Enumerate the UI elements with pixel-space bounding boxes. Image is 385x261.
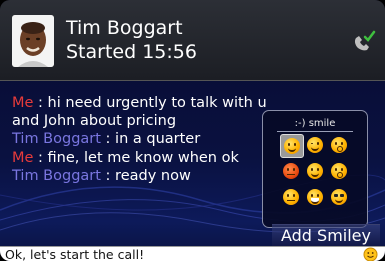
message-input-bar bbox=[0, 246, 385, 261]
message-separator: : bbox=[33, 95, 48, 111]
smiley-option-grin[interactable] bbox=[304, 186, 326, 208]
message-input[interactable] bbox=[5, 247, 355, 261]
smiley-option-smile[interactable] bbox=[280, 134, 304, 158]
message-row: and John about pricing bbox=[12, 112, 272, 130]
angry-icon bbox=[283, 163, 299, 179]
message-separator: : bbox=[100, 131, 116, 148]
chat-header: Tim Boggart Started 15:56 bbox=[0, 0, 385, 81]
message-row: Me : fine, let me know when ok bbox=[12, 149, 272, 167]
chat-status: Started 15:56 bbox=[66, 41, 197, 63]
smiley-picker: :-) smile bbox=[262, 110, 368, 228]
contact-name: Tim Boggart bbox=[66, 17, 183, 39]
message-row: Tim Boggart : ready now bbox=[12, 167, 272, 185]
message-text: in a quarter bbox=[115, 131, 201, 148]
smiley-picker-title: :-) smile bbox=[294, 118, 336, 129]
smiley-option-wink[interactable] bbox=[304, 134, 326, 156]
message-sender: Tim Boggart bbox=[12, 131, 101, 148]
smiley-icon[interactable] bbox=[363, 247, 378, 261]
message-text: hi need urgently to talk with u bbox=[47, 95, 267, 111]
message-text: fine, let me know when ok bbox=[47, 149, 239, 166]
smile-icon bbox=[284, 138, 300, 154]
message-sender: Tim Boggart bbox=[12, 167, 101, 184]
message-row: Me : hi need urgently to talk with u bbox=[12, 94, 272, 112]
smiley-option-angry[interactable] bbox=[280, 160, 302, 182]
surprised-icon bbox=[331, 137, 347, 153]
smiley-option-cool[interactable] bbox=[328, 186, 350, 208]
tongue-icon bbox=[283, 189, 299, 205]
message-text: and John about pricing bbox=[12, 113, 177, 130]
smiley-option-shocked[interactable] bbox=[328, 160, 350, 182]
smiley-option-tongue[interactable] bbox=[280, 186, 302, 208]
smiley-option-surprised[interactable] bbox=[328, 134, 350, 156]
wink-icon bbox=[307, 137, 323, 153]
chat-screen: Tim Boggart Started 15:56 Me : hi need u… bbox=[0, 0, 385, 261]
message-separator: : bbox=[100, 167, 116, 184]
smiley-option-happy[interactable] bbox=[304, 160, 326, 182]
smiley-picker-divider bbox=[277, 131, 353, 132]
contact-avatar[interactable] bbox=[12, 15, 54, 67]
contact-photo bbox=[12, 15, 54, 67]
message-sender: Me bbox=[12, 95, 34, 111]
message-text: ready now bbox=[115, 167, 191, 184]
message-separator: : bbox=[33, 149, 48, 166]
message-list: Me : hi need urgently to talk with u and… bbox=[12, 94, 272, 185]
cool-icon bbox=[331, 189, 347, 205]
phone-check-icon[interactable] bbox=[350, 28, 376, 54]
happy-icon bbox=[307, 163, 323, 179]
message-sender: Me bbox=[12, 149, 34, 166]
add-smiley-button[interactable]: Add Smiley bbox=[272, 224, 380, 248]
shocked-icon bbox=[331, 163, 347, 179]
grin-icon bbox=[307, 189, 323, 205]
message-row: Tim Boggart : in a quarter bbox=[12, 130, 272, 148]
